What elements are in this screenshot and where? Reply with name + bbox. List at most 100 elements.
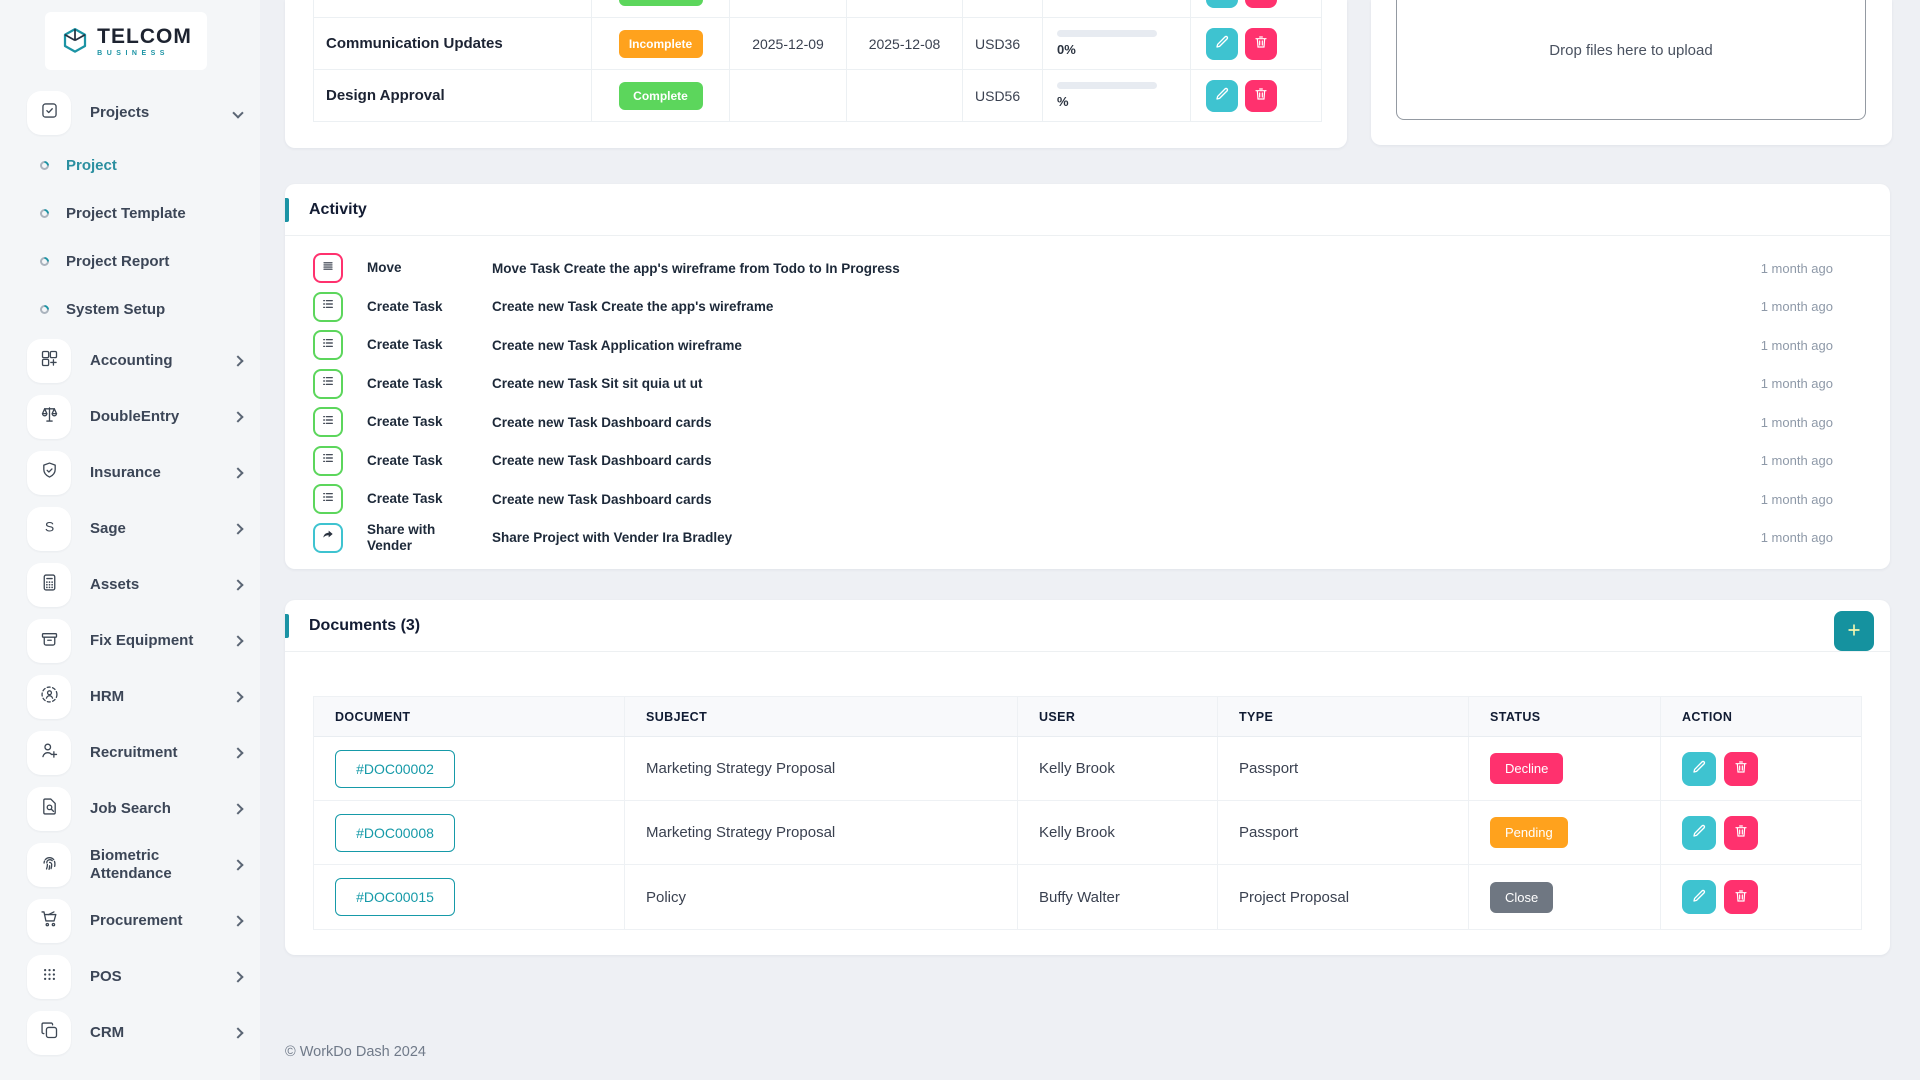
- sidebar-item-sage[interactable]: S Sage: [0, 501, 260, 557]
- sidebar-subitem-project-template[interactable]: Project Template: [0, 189, 260, 237]
- sidebar-item-job-search[interactable]: Job Search: [0, 781, 260, 837]
- sidebar-item-pos[interactable]: POS: [0, 949, 260, 1005]
- sidebar-item-projects[interactable]: Projects: [0, 85, 260, 141]
- document-row: #DOC00002 Marketing Strategy Proposal Ke…: [314, 737, 1861, 801]
- plus-icon: [1845, 621, 1863, 642]
- checkbox-icon: [39, 100, 60, 126]
- task-progress-cell: 0%: [1043, 18, 1191, 69]
- document-id-button[interactable]: #DOC00008: [335, 814, 455, 852]
- task-status-cell: Complete: [592, 70, 730, 121]
- delete-task-button[interactable]: [1245, 80, 1277, 112]
- delete-document-button[interactable]: [1724, 752, 1758, 786]
- task-start-cell: [730, 70, 847, 121]
- trash-icon: [1733, 823, 1749, 842]
- sidebar-subitem-project[interactable]: Project: [0, 141, 260, 189]
- document-id-cell: #DOC00008: [314, 801, 625, 864]
- task-start-cell: 2025-12-09: [730, 18, 847, 69]
- document-type-cell: Project Proposal: [1218, 865, 1469, 929]
- document-id-button[interactable]: #DOC00002: [335, 750, 455, 788]
- task-cost-cell: [963, 0, 1043, 17]
- activity-item: Share with Vender Share Project with Ven…: [313, 519, 1833, 558]
- documents-rows: #DOC00002 Marketing Strategy Proposal Ke…: [314, 737, 1861, 929]
- status-badge: Complete: [619, 82, 703, 110]
- accounting-grid-icon: [39, 348, 60, 374]
- activity-timestamp: 1 month ago: [1703, 492, 1833, 507]
- trash-icon: [1733, 759, 1749, 778]
- sidebar-item-assets[interactable]: Assets: [0, 557, 260, 613]
- brand-title: TELCOM: [97, 26, 192, 47]
- trash-icon: [1253, 86, 1269, 105]
- sidebar-item-recruitment[interactable]: Recruitment: [0, 725, 260, 781]
- sidebar-item-label: Fix Equipment: [90, 632, 234, 650]
- chevron-icon: [232, 971, 243, 982]
- document-id-button[interactable]: #DOC00015: [335, 878, 455, 916]
- sage-s-icon: S: [39, 516, 60, 542]
- task-list-icon: [320, 489, 336, 510]
- sidebar-item-crm[interactable]: CRM: [0, 1005, 260, 1061]
- sidebar-item-hrm[interactable]: HRM: [0, 669, 260, 725]
- activity-card: Activity Move Move Task Create the app's…: [285, 184, 1890, 569]
- delete-document-button[interactable]: [1724, 816, 1758, 850]
- activity-item: Create Task Create new Task Dashboard ca…: [313, 403, 1833, 442]
- bullet-icon: [38, 159, 51, 172]
- edit-document-button[interactable]: [1682, 752, 1716, 786]
- scales-icon: [39, 404, 60, 430]
- task-end-cell: [847, 0, 963, 17]
- document-user-cell: Kelly Brook: [1018, 801, 1218, 864]
- document-status-cell: Pending: [1469, 801, 1661, 864]
- document-row: #DOC00015 Policy Buffy Walter Project Pr…: [314, 865, 1861, 929]
- col-action: Action: [1661, 697, 1861, 736]
- documents-card: Documents (3) Document Subject User Type…: [285, 600, 1890, 955]
- sidebar-item-label: Recruitment: [90, 744, 234, 762]
- sidebar-item-accounting[interactable]: Accounting: [0, 333, 260, 389]
- delete-task-button[interactable]: [1245, 0, 1277, 8]
- sidebar-item-label: DoubleEntry: [90, 408, 234, 426]
- status-badge[interactable]: Decline: [1490, 753, 1563, 784]
- sidebar-item-icon-box: [27, 899, 71, 943]
- task-list-icon: [320, 373, 336, 394]
- edit-task-button[interactable]: [1206, 28, 1238, 60]
- pencil-icon: [1691, 888, 1707, 907]
- chevron-icon: [232, 747, 243, 758]
- edit-document-button[interactable]: [1682, 816, 1716, 850]
- task-row: Design Approval Complete USD56 %: [313, 70, 1322, 122]
- sidebar-item-insurance[interactable]: Insurance: [0, 445, 260, 501]
- sidebar-item-doubleentry[interactable]: DoubleEntry: [0, 389, 260, 445]
- chevron-icon: [232, 859, 243, 870]
- task-end-cell: 2025-12-08: [847, 18, 963, 69]
- grid-dots-icon: [39, 964, 60, 990]
- sidebar-item-label: Accounting: [90, 352, 234, 370]
- sidebar-subitem-system-setup[interactable]: System Setup: [0, 285, 260, 333]
- sidebar-subitem-project-report[interactable]: Project Report: [0, 237, 260, 285]
- bullet-icon: [38, 255, 51, 268]
- task-rows: Communication Updates Incomplete 2025-12…: [313, 18, 1322, 122]
- edit-task-button[interactable]: [1206, 0, 1238, 8]
- brand-subtitle: BUSINESS: [97, 50, 192, 57]
- documents-title: Documents (3): [309, 617, 420, 635]
- status-badge[interactable]: Pending: [1490, 817, 1568, 848]
- edit-document-button[interactable]: [1682, 880, 1716, 914]
- add-document-button[interactable]: [1834, 611, 1874, 651]
- sidebar-item-label: POS: [90, 968, 234, 986]
- sidebar-item-fix-equipment[interactable]: Fix Equipment: [0, 613, 260, 669]
- overlap-squares-icon: [39, 1020, 60, 1046]
- document-actions-cell: [1661, 801, 1861, 864]
- brand-logo[interactable]: TELCOM BUSINESS: [45, 12, 207, 70]
- activity-header: Activity: [285, 184, 1890, 236]
- task-list-icon: [320, 450, 336, 471]
- chevron-icon: [232, 107, 243, 118]
- activity-item: Create Task Create new Task Sit sit quia…: [313, 365, 1833, 404]
- delete-task-button[interactable]: [1245, 28, 1277, 60]
- sidebar-item-biometric-attendance[interactable]: Biometric Attendance: [0, 837, 260, 893]
- bullet-icon: [38, 207, 51, 220]
- sidebar-item-procurement[interactable]: Procurement: [0, 893, 260, 949]
- file-dropzone[interactable]: Drop files here to upload: [1396, 0, 1866, 120]
- edit-task-button[interactable]: [1206, 80, 1238, 112]
- activity-item: Create Task Create new Task Create the a…: [313, 288, 1833, 327]
- delete-document-button[interactable]: [1724, 880, 1758, 914]
- toolbox-icon: [39, 628, 60, 654]
- activity-timestamp: 1 month ago: [1703, 261, 1833, 276]
- status-badge[interactable]: Close: [1490, 882, 1553, 913]
- activity-timestamp: 1 month ago: [1703, 299, 1833, 314]
- sidebar-item-icon-box: [27, 563, 71, 607]
